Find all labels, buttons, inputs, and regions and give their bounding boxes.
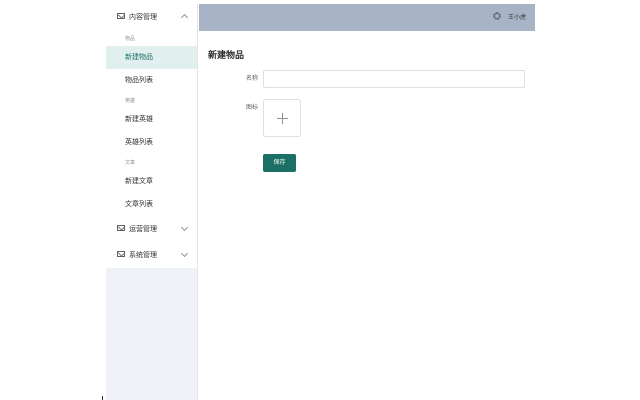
sidebar-item-article-list[interactable]: 文章列表 (106, 193, 197, 216)
icon-label: 图标 (245, 104, 258, 111)
menu-group-title: 文章 (125, 160, 136, 166)
chevron-down-icon (180, 249, 189, 258)
save-button[interactable]: 保存 (263, 154, 296, 172)
top-header: 王小虎 (199, 4, 535, 31)
submenu-label: 运营管理 (129, 225, 157, 233)
name-input[interactable] (263, 70, 525, 88)
menu-group-title: 英雄 (125, 98, 136, 104)
mail-icon (117, 13, 125, 19)
sidebar-item-new-hero[interactable]: 新建英雄 (106, 108, 197, 131)
sidebar: 内容管理 物品 新建物品 物品列表 英雄 新建英雄 英雄列表 文章 新建文章 文… (106, 4, 198, 400)
menu-group-title: 物品 (125, 36, 136, 42)
plus-icon (277, 113, 288, 124)
name-label: 名称 (245, 75, 258, 82)
user-name[interactable]: 王小虎 (508, 14, 526, 21)
sidebar-menu: 内容管理 物品 新建物品 物品列表 英雄 新建英雄 英雄列表 文章 新建文章 文… (106, 4, 197, 268)
sidebar-item-new-article[interactable]: 新建文章 (106, 170, 197, 193)
submenu-content-management[interactable]: 内容管理 (106, 4, 197, 30)
mail-icon (117, 225, 125, 231)
submenu-label: 内容管理 (129, 13, 157, 21)
submenu-label: 系统管理 (129, 251, 157, 259)
sidebar-item-item-list[interactable]: 物品列表 (106, 69, 197, 92)
chevron-up-icon (180, 13, 189, 22)
chevron-down-icon (180, 223, 189, 232)
sidebar-item-hero-list[interactable]: 英雄列表 (106, 131, 197, 154)
icon-upload[interactable] (263, 99, 301, 137)
sidebar-item-new-item[interactable]: 新建物品 (106, 46, 197, 69)
mail-icon (117, 251, 125, 257)
page-title: 新建物品 (208, 51, 245, 61)
submenu-operations-management[interactable]: 运营管理 (106, 216, 197, 242)
submenu-system-management[interactable]: 系统管理 (106, 242, 197, 268)
gear-icon[interactable] (493, 12, 501, 20)
text-cursor (102, 396, 103, 400)
